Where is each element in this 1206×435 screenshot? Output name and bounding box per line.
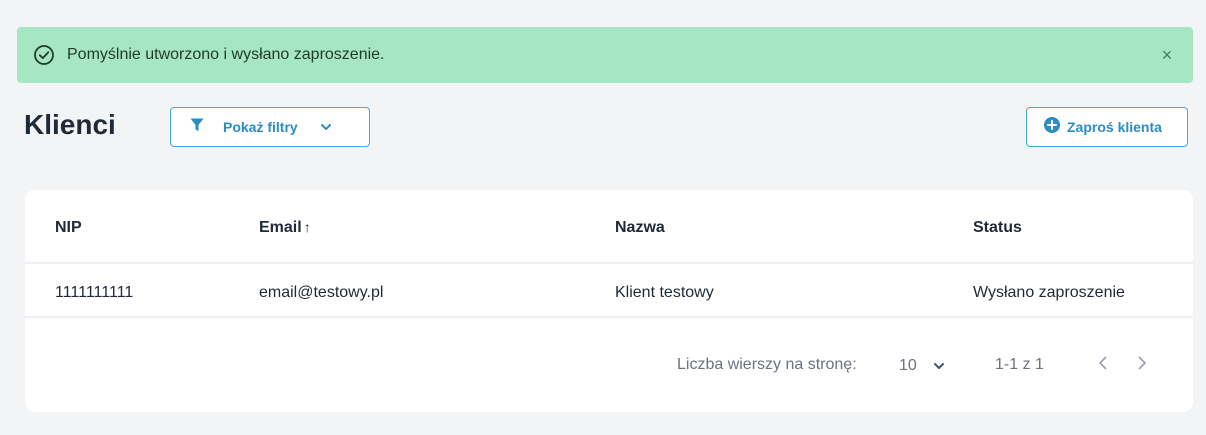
chevron-down-icon [320, 121, 332, 133]
page-title: Klienci [24, 109, 116, 140]
check-circle-icon [33, 44, 55, 66]
cell-status: Wysłano zaproszenie [973, 284, 1125, 301]
cell-nazwa: Klient testowy [615, 284, 714, 301]
close-icon: × [1161, 44, 1173, 65]
clients-table-card: NIP Email ↑ Nazwa Status 1111111111 email… [25, 190, 1193, 412]
rows-per-page-select[interactable]: 10 [899, 354, 961, 378]
alert-message: Pomyślnie utworzono i wysłano zaproszeni… [67, 46, 385, 63]
previous-page-button[interactable] [1090, 352, 1116, 378]
pagination-range: 1-1 z 1 [995, 356, 1044, 373]
chevron-left-icon [1096, 355, 1110, 376]
show-filters-label: Pokaż filtry [223, 119, 298, 135]
invite-client-label: Zaproś klienta [1067, 119, 1162, 135]
success-alert: Pomyślnie utworzono i wysłano zaproszeni… [17, 27, 1193, 83]
invite-client-button[interactable]: Zaproś klienta [1026, 107, 1188, 147]
cell-nip: 1111111111 [55, 284, 134, 301]
cell-email: email@testowy.pl [259, 284, 384, 301]
table-header: NIP Email ↑ Nazwa Status [25, 190, 1193, 264]
column-header-status[interactable]: Status [973, 219, 1022, 237]
sort-ascending-icon: ↑ [303, 219, 311, 235]
filter-icon [189, 117, 205, 138]
column-header-email[interactable]: Email ↑ [259, 219, 311, 237]
next-page-button[interactable] [1129, 352, 1155, 378]
show-filters-button[interactable]: Pokaż filtry [170, 107, 370, 147]
pagination-bar: Liczba wierszy na stronę: 10 1-1 z 1 [25, 318, 1193, 412]
rows-per-page-value: 10 [899, 357, 917, 374]
clients-page: Pomyślnie utworzono i wysłano zaproszeni… [0, 0, 1206, 435]
close-alert-button[interactable]: × [1157, 45, 1177, 65]
column-header-email-label: Email [259, 219, 302, 236]
table-row[interactable]: 1111111111 email@testowy.pl Klient testo… [25, 264, 1193, 318]
rows-per-page-label: Liczba wierszy na stronę: [677, 356, 857, 373]
chevron-down-icon [933, 360, 945, 372]
plus-circle-icon [1043, 116, 1061, 139]
chevron-right-icon [1135, 355, 1149, 376]
column-header-nazwa[interactable]: Nazwa [615, 219, 665, 237]
column-header-nip[interactable]: NIP [55, 219, 82, 237]
